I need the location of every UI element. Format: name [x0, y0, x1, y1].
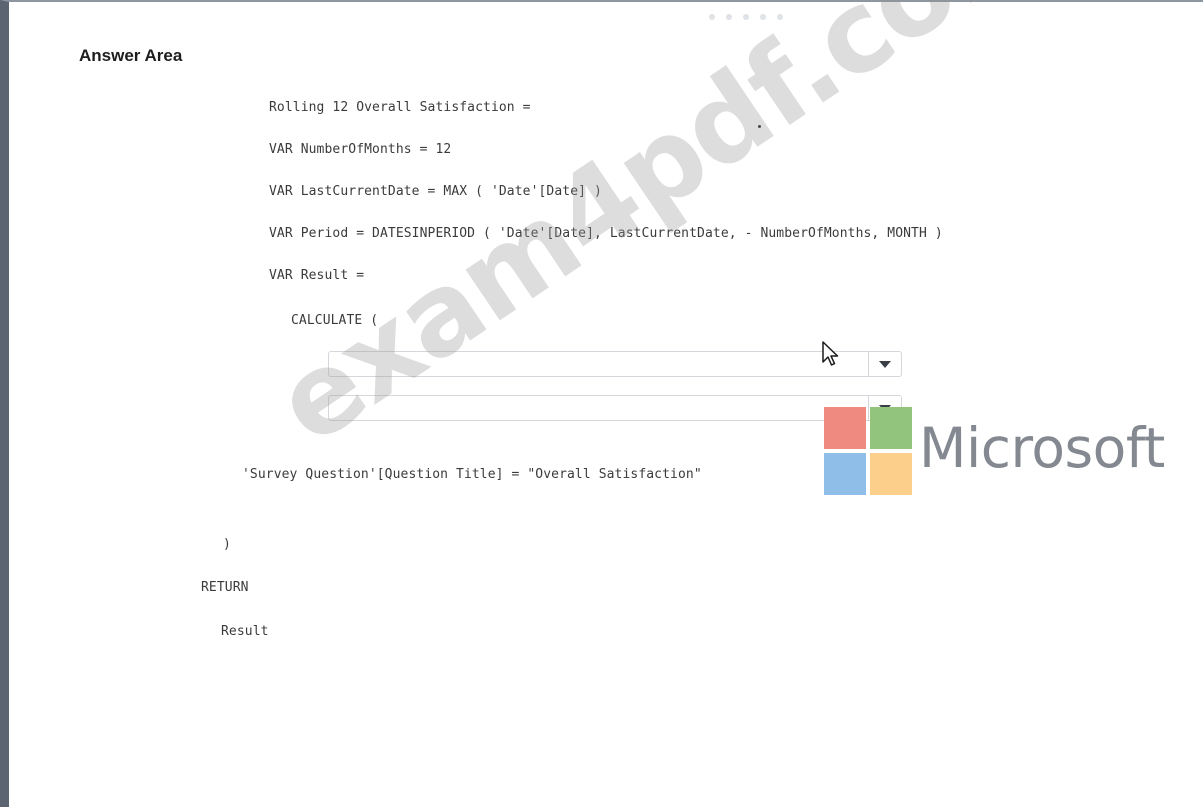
answer-dropdown-1[interactable]	[328, 351, 902, 377]
code-line-var-last-current-date: VAR LastCurrentDate = MAX ( 'Date'[Date]…	[269, 184, 602, 199]
logo-square-red	[824, 407, 866, 449]
stray-dot	[758, 125, 761, 128]
code-line-var-number-of-months: VAR NumberOfMonths = 12	[269, 142, 452, 157]
logo-square-yellow	[870, 453, 912, 495]
chevron-down-icon	[879, 361, 891, 368]
code-line-return: RETURN	[201, 580, 249, 595]
microsoft-logo-text: Microsoft	[919, 416, 1165, 480]
logo-square-blue	[824, 453, 866, 495]
dot	[743, 14, 749, 20]
dot	[777, 14, 783, 20]
code-line-var-period: VAR Period = DATESINPERIOD ( 'Date'[Date…	[269, 226, 943, 241]
answer-area-title: Answer Area	[79, 46, 183, 65]
code-line-calculate: CALCULATE (	[291, 313, 379, 328]
code-line-close-paren: )	[223, 537, 231, 552]
code-line-var-result: VAR Result =	[269, 268, 365, 283]
logo-square-green	[870, 407, 912, 449]
dot	[726, 14, 732, 20]
dot	[709, 14, 715, 20]
page-indicator-dots	[709, 14, 783, 20]
microsoft-logo-icon	[824, 407, 912, 495]
dropdown-toggle-button[interactable]	[868, 352, 901, 376]
answer-area-panel: Answer Area Rolling 12 Overall Satisfact…	[0, 0, 1203, 807]
code-line-result: Result	[221, 624, 269, 639]
code-line-measure-name: Rolling 12 Overall Satisfaction =	[269, 100, 531, 115]
code-line-filter-condition: 'Survey Question'[Question Title] = "Ove…	[242, 467, 702, 482]
mouse-pointer-icon	[821, 340, 839, 373]
dot	[760, 14, 766, 20]
answer-dropdown-2[interactable]	[328, 395, 902, 421]
